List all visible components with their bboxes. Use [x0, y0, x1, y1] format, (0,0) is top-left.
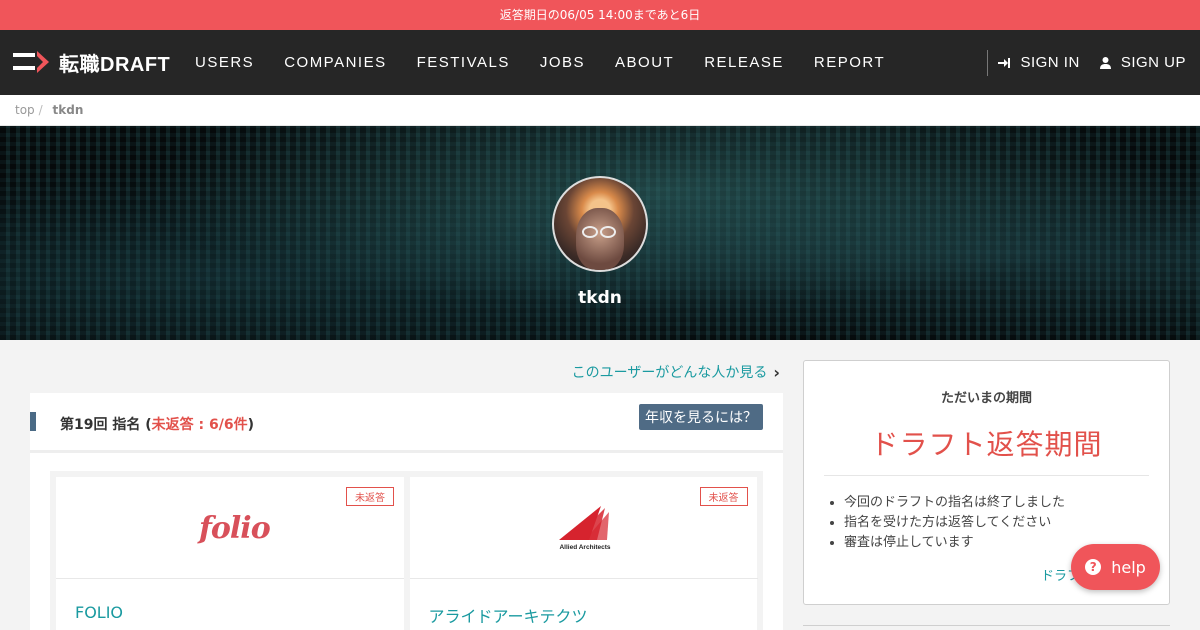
folio-logo: folio [199, 511, 271, 546]
avatar [552, 176, 648, 272]
panel-accent-bar [30, 412, 36, 431]
sign-up-link[interactable]: SIGN UP [1099, 54, 1186, 71]
user-icon [1099, 56, 1111, 69]
company-logo-area: 未返答 Allied Architects [409, 477, 758, 579]
panel-title: 第19回 指名 (未返答 : 6/6件) [60, 414, 254, 434]
company-name[interactable]: FOLIO [75, 603, 123, 622]
chevron-right-icon: › [773, 362, 780, 382]
auth-links: SIGN IN SIGN UP [978, 30, 1186, 95]
deadline-text: 返答期日の06/05 14:00まであと6日 [499, 8, 701, 22]
period-notes: 今回のドラフトの指名は終了しました 指名を受けた方は返答してください 審査は停止… [844, 493, 1065, 553]
panel-header: 第19回 指名 (未返答 : 6/6件) 年収を見るには？ [30, 393, 783, 453]
breadcrumb-current: tkdn [52, 103, 84, 117]
help-button[interactable]: ? help [1071, 544, 1160, 590]
company-card[interactable]: 未返答 Allied Architects アライドアーキテクツ [409, 477, 758, 630]
list-item: 審査は停止しています [844, 533, 1065, 553]
nomination-panel: 第19回 指名 (未返答 : 6/6件) 年収を見るには？ 未返答 folio … [30, 393, 783, 630]
status-badge: 未返答 [699, 487, 748, 506]
logo-text: 転職DRAFT [59, 53, 171, 76]
sign-in-label: SIGN IN [1020, 54, 1080, 71]
question-icon: ? [1085, 559, 1102, 575]
sign-in-icon [998, 57, 1011, 68]
status-badge: 未返答 [346, 487, 394, 506]
breadcrumb-separator: / [38, 103, 43, 117]
allied-architects-wordmark: Allied Architects [559, 544, 610, 551]
sign-in-link[interactable]: SIGN IN [998, 54, 1079, 71]
deadline-banner: 返答期日の06/05 14:00まであと6日 [0, 0, 1200, 30]
nomination-column: このユーザーがどんな人か見る › 第19回 指名 (未返答 : 6/6件) 年収… [30, 340, 783, 630]
period-title: ドラフト返答期間 [870, 428, 1103, 461]
list-item: 指名を受けた方は返答してください [844, 513, 1065, 533]
nav-item-jobs[interactable]: JOBS [525, 54, 600, 71]
profile-hero: tkdn [0, 126, 1200, 340]
divider [824, 475, 1149, 476]
site-logo[interactable]: 転職DRAFT [13, 49, 171, 76]
logo-mark-icon [13, 50, 53, 74]
breadcrumb: top / tkdn [0, 95, 1200, 126]
panel-title-prefix: 第19回 指名 ( [60, 417, 152, 433]
nav-menu: USERS COMPANIES FESTIVALS JOBS ABOUT REL… [180, 30, 900, 95]
user-detail-label: このユーザーがどんな人か見る [571, 365, 768, 381]
panel-title-suffix: ) [247, 417, 254, 433]
sign-up-label: SIGN UP [1120, 54, 1186, 71]
nav-item-festivals[interactable]: FESTIVALS [402, 54, 525, 71]
period-label: ただいまの期間 [940, 391, 1032, 406]
nav-item-users[interactable]: USERS [180, 54, 269, 71]
next-panel-edge [803, 625, 1170, 630]
nav-item-companies[interactable]: COMPANIES [269, 54, 401, 71]
company-cards: 未返答 folio FOLIO 未返答 Allied Architects アラ… [50, 471, 763, 630]
company-card[interactable]: 未返答 folio FOLIO [56, 477, 404, 630]
help-label: help [1111, 557, 1146, 577]
profile-name: tkdn [578, 288, 622, 308]
list-item: 今回のドラフトの指名は終了しました [844, 493, 1065, 513]
allied-architects-logo: Allied Architects [558, 506, 610, 551]
user-detail-link[interactable]: このユーザーがどんな人か見る › [572, 362, 780, 382]
company-logo-area: 未返答 folio [56, 477, 404, 579]
company-name[interactable]: アライドアーキテクツ [429, 603, 588, 627]
view-salary-button[interactable]: 年収を見るには？ [639, 404, 763, 430]
nav-item-release[interactable]: RELEASE [689, 54, 799, 71]
nav-item-about[interactable]: ABOUT [600, 54, 689, 71]
nav-item-report[interactable]: REPORT [799, 54, 900, 71]
unanswered-count: 未返答 : 6/6件 [151, 417, 248, 433]
breadcrumb-home[interactable]: top [15, 103, 35, 117]
main-nav: 転職DRAFT USERS COMPANIES FESTIVALS JOBS A… [0, 30, 1200, 95]
